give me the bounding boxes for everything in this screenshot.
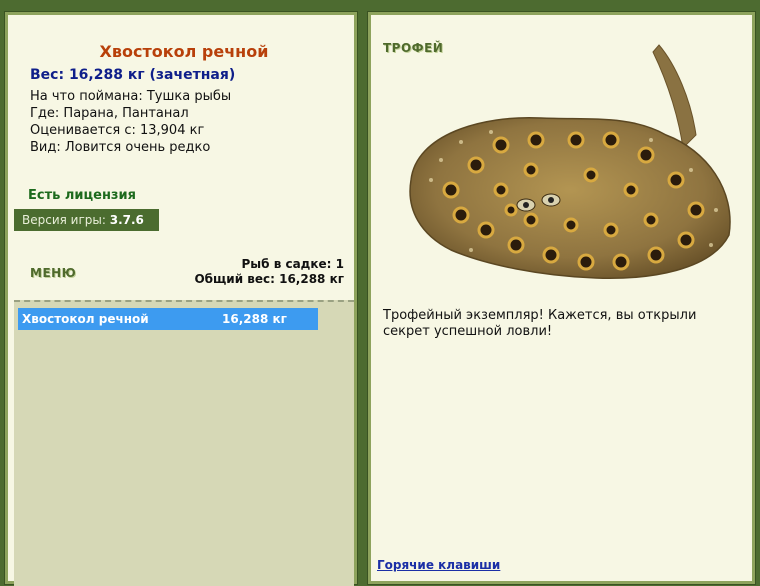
list-item-name: Хвостокол речной [22,312,149,326]
catch-info-panel: Хвостокол речной Вес: 16,288 кг (зачетна… [4,11,358,586]
net-stats: Рыб в садке: 1 Общий вес: 16,288 кг [194,257,344,287]
license-status: Есть лицензия [28,188,136,203]
hotkeys-link[interactable]: Горячие клавиши [377,558,500,572]
menu-button[interactable]: МЕНЮ [30,266,76,280]
game-version-badge: Версия игры: 3.7.6 [14,209,159,231]
fish-count: Рыб в садке: 1 [241,257,345,271]
list-item-weight: 16,288 кг [222,312,287,326]
stingray-image [409,44,731,279]
fish-name-title: Хвостокол речной [99,42,269,61]
version-label: Версия игры: [22,213,106,227]
list-item[interactable]: Хвостокол речной 16,288 кг [18,308,318,330]
catch-list: Хвостокол речной 16,288 кг [14,300,354,586]
fish-weight: Вес: 16,288 кг (зачетная) [30,67,236,83]
bait-info: На что поймана: Тушка рыбы [30,89,232,104]
trophy-message: Трофейный экземпляр! Кажется, вы открыли… [383,308,697,339]
total-weight: Общий вес: 16,288 кг [194,272,344,286]
location-info: Где: Парана, Пантанал [30,106,189,121]
version-value: 3.7.6 [109,213,144,227]
trophy-panel: ТРОФЕЙ Трофейный экземпляр! Кажется, вы … [367,11,756,585]
min-weight-info: Оценивается с: 13,904 кг [30,123,205,138]
rarity-info: Вид: Ловится очень редко [30,140,211,155]
